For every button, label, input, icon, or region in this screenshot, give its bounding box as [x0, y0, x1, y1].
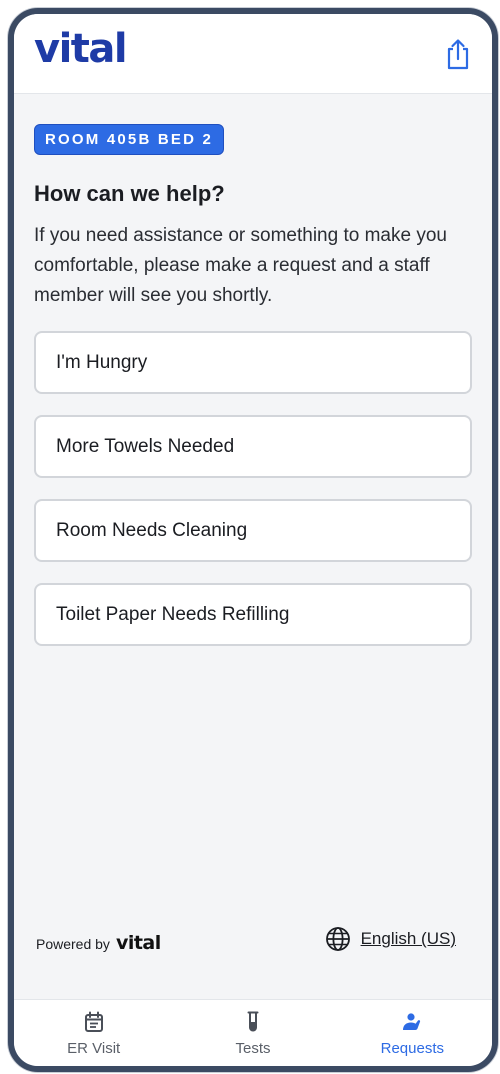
tab-label: Requests: [380, 1040, 444, 1057]
share-button[interactable]: [444, 38, 472, 70]
share-icon: [447, 39, 469, 70]
powered-by-logo: vital: [115, 932, 161, 954]
globe-icon: [325, 927, 350, 951]
powered-by-text: Powered by: [36, 936, 110, 952]
footer: Powered by vital English (US): [34, 926, 472, 956]
tab-tests[interactable]: Tests: [173, 1000, 332, 1066]
request-option-label: Toilet Paper Needs Refilling: [56, 603, 290, 625]
request-options: I'm Hungry More Towels Needed Room Needs…: [34, 331, 472, 646]
request-option-label: I'm Hungry: [56, 351, 148, 373]
test-tube-icon: [247, 1011, 259, 1032]
device-frame: vital ROOM 405B BED 2 How can we help? I…: [8, 8, 498, 1072]
bottom-tab-bar: ER Visit Tests Requests: [14, 999, 492, 1066]
tab-label: ER Visit: [67, 1040, 121, 1057]
room-badge: ROOM 405B BED 2: [34, 124, 225, 155]
language-selector[interactable]: English (US): [325, 926, 456, 952]
page-title: How can we help?: [34, 181, 225, 206]
request-option-hungry[interactable]: I'm Hungry: [34, 331, 472, 394]
tab-label: Tests: [235, 1040, 271, 1057]
page-subtitle: If you need assistance or something to m…: [34, 225, 447, 306]
request-option-toilet-paper[interactable]: Toilet Paper Needs Refilling: [34, 583, 472, 646]
request-option-cleaning[interactable]: Room Needs Cleaning: [34, 499, 472, 562]
person-hand-icon: [403, 1013, 421, 1030]
main-content: ROOM 405B BED 2 How can we help? If you …: [34, 124, 472, 667]
request-option-label: More Towels Needed: [56, 435, 235, 457]
tab-er-visit[interactable]: ER Visit: [14, 1000, 173, 1066]
request-option-label: Room Needs Cleaning: [56, 519, 248, 541]
vital-logo: vital: [34, 26, 128, 72]
request-option-towels[interactable]: More Towels Needed: [34, 415, 472, 478]
language-label: English (US): [360, 929, 456, 948]
calendar-icon: [84, 1011, 103, 1032]
app-header: vital: [14, 14, 492, 94]
powered-by: Powered by vital: [36, 932, 161, 954]
tab-requests[interactable]: Requests: [333, 1000, 492, 1066]
